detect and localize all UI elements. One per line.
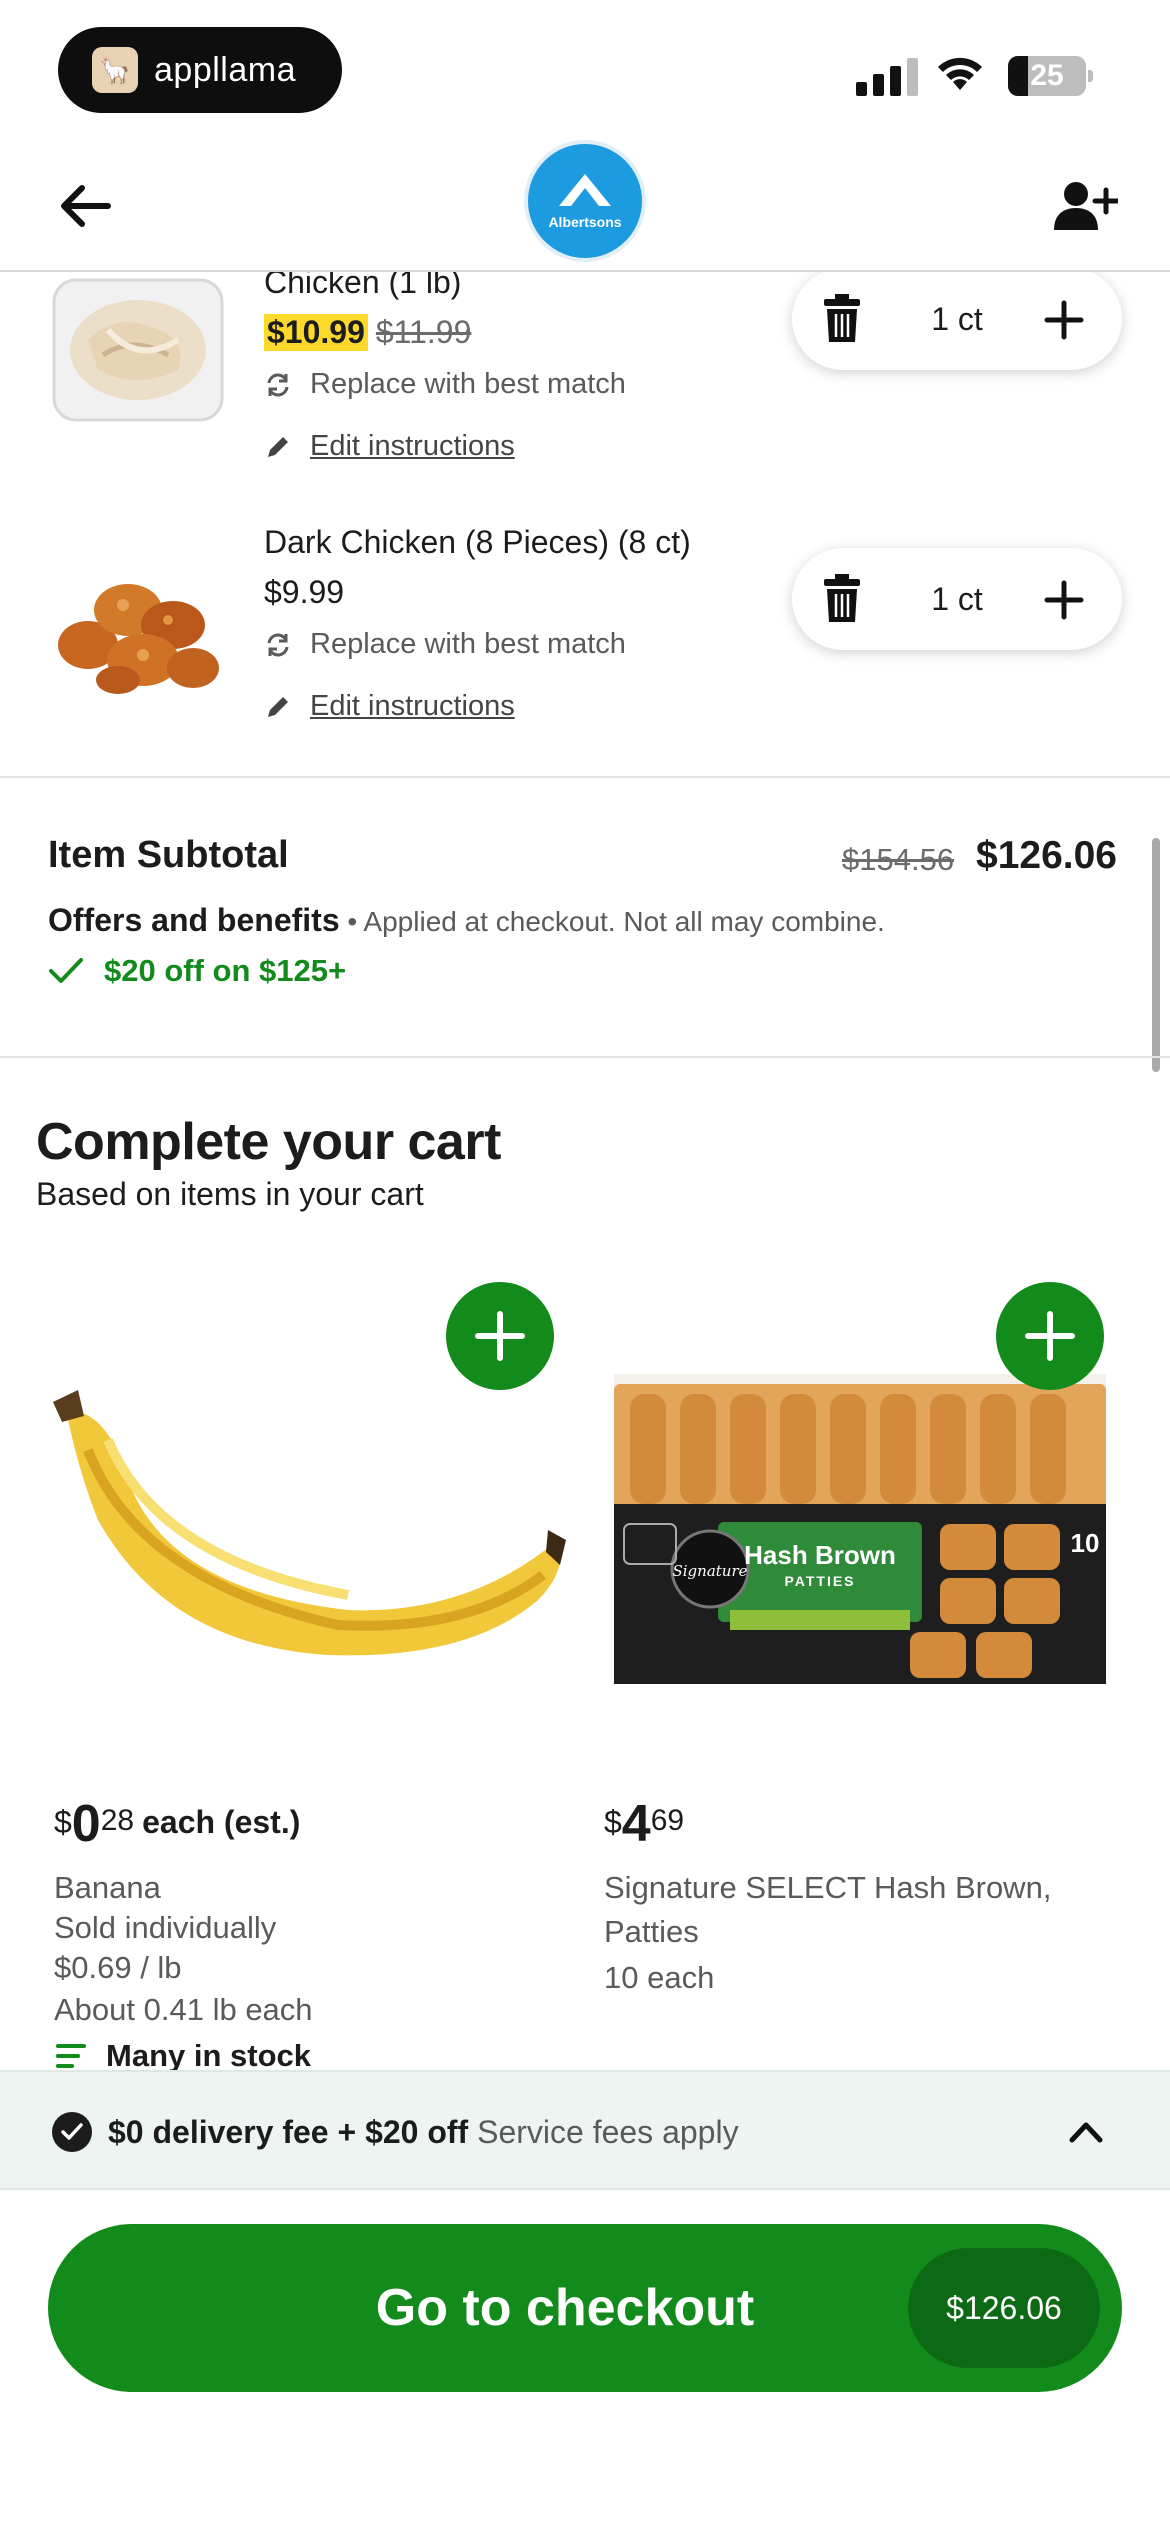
promo-bar-note: Service fees apply [468,2114,739,2150]
hash-brown-image: Signature Hash Brown PATTIES 10 [614,1374,1106,1684]
offers-label: Offers and benefits [48,902,340,938]
product-name: Signature SELECT Hash Brown, [604,1870,1052,1905]
battery-cap [1088,70,1093,82]
original-price: $11.99 [375,314,472,350]
price-currency: $ [54,1804,72,1840]
product-detail: 10 each [604,1960,715,1995]
quantity-stepper: 1 ct [792,548,1122,650]
product-card[interactable]: Signature Hash Brown PATTIES 10 $ 4 69 S… [590,1270,1170,2070]
product-card[interactable]: $ 0 28 each (est.) Banana Sold individua… [0,1270,566,2070]
sale-price: $10.99 [264,314,368,351]
plus-icon[interactable] [1044,580,1084,620]
subtotal-label: Item Subtotal [48,834,289,876]
checkout-area: Go to checkout $126.06 [0,2190,1170,2532]
stock-text: Many in stock [106,2038,311,2070]
promo-bar-text: $0 delivery fee + $20 off Service fees a… [108,2114,739,2151]
status-bar: 🦙 appllama 25 [0,0,1170,140]
check-icon [49,958,83,983]
section-subtitle: Based on items in your cart [36,1176,424,1212]
svg-text:Signature: Signature [672,1562,747,1580]
replace-option[interactable]: Replace with best match [264,628,626,661]
edit-instructions-link[interactable]: Edit instructions [310,690,515,723]
svg-text:PATTIES: PATTIES [784,1573,855,1589]
replace-label: Replace with best match [310,368,626,400]
item-price: $10.99 $11.99 [264,314,471,351]
edit-instructions[interactable]: Edit instructions [264,690,515,723]
plus-icon [475,1311,525,1361]
divider [0,1056,1170,1058]
add-to-cart-button[interactable] [996,1282,1104,1390]
add-to-cart-button[interactable] [446,1282,554,1390]
subtotal-value: $126.06 [976,834,1117,877]
stock-icon [56,2044,86,2068]
battery-level: 25 [1030,59,1064,92]
plus-icon[interactable] [1044,300,1084,340]
product-weight: About 0.41 lb each [54,1992,313,2027]
back-arrow-icon[interactable] [54,180,114,232]
checkout-total: $126.06 [908,2248,1100,2368]
store-logo-text: Albertsons [548,214,622,230]
edit-instructions[interactable]: Edit instructions [264,430,515,463]
battery-icon: 25 [1008,56,1086,96]
svg-text:10: 10 [1071,1528,1100,1558]
price-cents: 28 [100,1804,135,1837]
check-circle-icon [52,2112,92,2152]
price-unit: each (est.) [142,1804,301,1840]
add-person-icon[interactable] [1052,180,1118,232]
fried-chicken-image [58,584,219,694]
pencil-icon [268,696,288,717]
item-price: $9.99 [264,574,345,610]
plus-icon [1025,1311,1075,1361]
replace-icon [267,373,289,396]
top-nav: Albertsons [0,140,1170,272]
subtotal-original: $154.56 [842,842,955,877]
promo-text: $20 off on $125+ [104,953,347,988]
price-currency: $ [604,1804,622,1840]
promo-bar-bold: $0 delivery fee + $20 off [108,2114,469,2150]
product-name-cont: Patties [604,1914,699,1949]
trash-icon[interactable] [822,574,862,624]
quantity-value: 1 ct [931,580,983,617]
cart-item: Chicken (1 lb) $10.99 $11.99 Replace wit… [0,260,1170,470]
checkout-button[interactable]: Go to checkout $126.06 [48,2224,1122,2392]
replace-label: Replace with best match [310,628,626,660]
app-pill: 🦙 appllama [58,27,342,113]
albertsons-logo-icon [559,174,611,206]
quantity-value: 1 ct [931,300,983,337]
trash-icon[interactable] [822,294,862,344]
promo-applied: $20 off on $125+ [48,953,346,989]
product-price: $ 4 69 [604,1798,684,1850]
chevron-up-icon[interactable] [1068,2116,1104,2146]
app-name: appllama [154,50,296,89]
replace-option[interactable]: Replace with best match [264,368,626,401]
delivery-promo-bar[interactable]: $0 delivery fee + $20 off Service fees a… [0,2070,1170,2190]
cart-item: Dark Chicken (8 Pieces) (8 ct) $9.99 Rep… [0,520,1170,740]
pencil-icon [268,436,288,457]
edit-instructions-link[interactable]: Edit instructions [310,430,515,463]
store-logo: Albertsons [524,140,646,262]
item-name[interactable]: Dark Chicken (8 Pieces) (8 ct) [264,524,691,561]
scrollbar[interactable] [1152,838,1160,1072]
price-dollars: 4 [621,1795,651,1853]
price-dollars: 0 [71,1795,101,1853]
chicken-image [52,278,224,422]
replace-icon [267,633,289,656]
quantity-stepper: 1 ct [792,268,1122,370]
offers-row: Offers and benefits • Applied at checkou… [48,902,885,939]
product-price: $ 0 28 each (est.) [54,1798,300,1850]
product-name: Banana [54,1870,161,1905]
wifi-icon [938,57,982,90]
section-title: Complete your cart [36,1113,501,1171]
llama-icon: 🦙 [92,47,138,93]
banana-image [53,1390,566,1656]
cellular-signal-icon [856,54,918,96]
product-detail: Sold individually [54,1910,277,1945]
stock-status: Many in stock [54,2038,311,2070]
price-cents: 69 [650,1804,685,1837]
divider [0,776,1170,778]
svg-text:Hash Brown: Hash Brown [744,1540,896,1570]
offers-note: • Applied at checkout. Not all may combi… [339,906,885,937]
product-unit-price: $0.69 / lb [54,1950,182,1985]
